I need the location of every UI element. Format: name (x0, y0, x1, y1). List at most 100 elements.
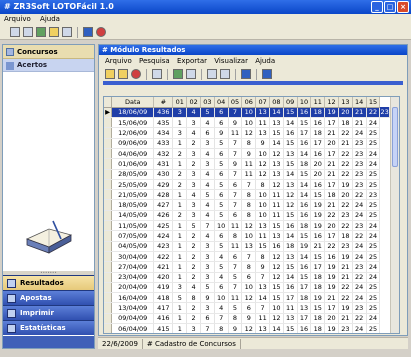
column-header[interactable]: # (153, 97, 174, 108)
table-row[interactable]: 16/04/09 418 5 8 9 10 11 12 14 15 17 18 19 21 22 24 25 (104, 292, 399, 304)
sidebar-bar-apostas[interactable]: Apostas (3, 290, 94, 305)
tools-icon[interactable] (62, 27, 72, 37)
row-header[interactable] (104, 272, 113, 283)
exit-icon[interactable] (96, 27, 106, 37)
table-row[interactable]: 15/06/09 435 1 3 4 6 9 10 11 13 14 15 16 17 18 21 24 (104, 117, 399, 129)
module-menu-ajuda[interactable]: Ajuda (255, 57, 275, 65)
column-header[interactable]: 12 (324, 97, 339, 108)
column-header[interactable]: 14 (352, 97, 367, 108)
row-header[interactable] (104, 117, 113, 129)
column-header[interactable]: 05 (228, 97, 243, 108)
column-header[interactable]: 08 (269, 97, 284, 108)
module-menu-pesquisa[interactable]: Pesquisa (139, 57, 170, 65)
row-header[interactable] (104, 282, 113, 294)
module-menu-arquivo[interactable]: Arquivo (105, 57, 132, 65)
results-grid[interactable]: Data #01 02 03 04 05 06 07 08 09 10 11 12 13 14 15 ▶ 18/… (103, 96, 400, 334)
row-header[interactable] (104, 199, 113, 211)
table-row[interactable]: 04/06/09 432 2 3 4 6 7 9 10 12 13 14 16 17 22 23 24 (104, 148, 399, 160)
column-header[interactable]: Data (111, 97, 155, 108)
help-icon[interactable] (83, 27, 93, 37)
delete-icon[interactable] (131, 69, 141, 79)
table-row[interactable]: 23/04/09 420 1 2 3 4 5 6 7 12 14 15 18 19 21 22 24 (104, 272, 399, 283)
row-header[interactable] (104, 158, 113, 170)
sidebar-bar-imprimir[interactable]: Imprimir (3, 305, 94, 320)
column-header[interactable]: 09 (283, 97, 298, 108)
table-cell: 15 (310, 189, 326, 201)
table-row[interactable]: 01/06/09 431 1 2 3 5 9 11 12 13 15 18 20 21 22 23 24 (104, 158, 399, 170)
row-header[interactable] (104, 179, 113, 191)
menu-ajuda[interactable]: Ajuda (40, 15, 60, 23)
column-header[interactable]: 13 (338, 97, 353, 108)
sidebar-bar-estatisticas[interactable]: Estatísticas (3, 320, 94, 335)
table-cell: 16 (297, 210, 312, 222)
row-header[interactable] (104, 302, 113, 314)
row-header[interactable] (104, 210, 113, 222)
column-header[interactable]: 11 (310, 97, 326, 108)
row-header[interactable] (104, 261, 113, 273)
row-header[interactable] (104, 169, 113, 180)
table-row[interactable]: 06/04/09 415 1 3 7 8 9 12 13 14 15 16 18 19 23 24 25 (104, 323, 399, 333)
minimize-button[interactable]: _ (371, 1, 383, 13)
sidebar-header-concursos[interactable]: Concursos (3, 45, 94, 59)
table-row[interactable]: 12/06/09 434 3 4 6 9 11 12 13 15 16 17 18 21 22 24 25 (104, 127, 399, 139)
table-row[interactable]: 27/04/09 421 1 2 3 5 7 8 9 12 15 16 17 19 21 23 24 (104, 261, 399, 273)
row-header[interactable] (104, 313, 113, 325)
table-row[interactable]: 11/05/09 425 1 5 7 10 11 12 13 15 16 18 19 20 22 23 24 (104, 220, 399, 232)
print-icon[interactable] (186, 69, 196, 79)
close-button[interactable]: × (397, 1, 409, 13)
folder-open-icon[interactable] (105, 69, 115, 79)
column-header[interactable]: 04 (214, 97, 229, 108)
row-header[interactable]: ▶ (104, 107, 113, 119)
row-header[interactable] (104, 148, 113, 160)
table-row[interactable]: 28/05/09 430 2 3 4 6 7 11 12 13 14 15 20 21 22 23 25 (104, 169, 399, 180)
sidebar-bar-resultados[interactable]: Resultados (3, 275, 94, 290)
menu-arquivo[interactable]: Arquivo (4, 15, 31, 23)
table-row[interactable]: 18/05/09 427 1 3 4 5 7 8 10 11 12 16 19 21 22 24 25 (104, 199, 399, 211)
row-header[interactable] (104, 323, 113, 333)
row-header[interactable] (104, 292, 113, 304)
column-header[interactable]: 02 (186, 97, 201, 108)
row-header[interactable] (104, 189, 113, 201)
module-menu-exportar[interactable]: Exportar (177, 57, 207, 65)
export-icon[interactable] (173, 69, 183, 79)
grid-icon[interactable] (10, 27, 20, 37)
column-header[interactable]: 01 (172, 97, 188, 108)
sidebar-item-acertos[interactable]: Acertos (3, 59, 94, 72)
vertical-scrollbar[interactable] (390, 97, 399, 333)
table-row[interactable]: 04/05/09 423 1 2 3 5 11 13 15 16 18 19 21 22 23 24 25 (104, 241, 399, 252)
module-menu-visualizar[interactable]: Visualizar (214, 57, 248, 65)
column-header[interactable]: 15 (366, 97, 381, 108)
table-row[interactable]: 09/06/09 433 1 2 3 5 7 8 9 14 15 16 17 20 21 23 25 (104, 138, 399, 149)
table-row[interactable]: ▶18/06/094363456710131415161819202122232… (104, 107, 399, 119)
table-row[interactable]: 13/04/09 417 1 2 3 4 5 6 7 10 11 13 15 17 19 23 25 (104, 302, 399, 314)
row-header[interactable] (104, 251, 113, 263)
row-header[interactable] (104, 127, 113, 139)
view-icon[interactable] (207, 69, 217, 79)
print-icon[interactable] (36, 27, 46, 37)
scrollbar-thumb[interactable] (392, 107, 398, 167)
row-header[interactable] (104, 241, 113, 252)
table-row[interactable]: 21/05/09 428 1 4 5 6 7 8 10 11 12 14 15 18 20 22 23 (104, 189, 399, 201)
table-cell: 13 (297, 302, 312, 314)
row-header[interactable] (104, 230, 113, 242)
refresh-icon[interactable] (241, 69, 251, 79)
document-icon[interactable] (23, 27, 33, 37)
maximize-button[interactable]: □ (384, 1, 396, 13)
table-row[interactable]: 07/05/09 424 1 2 4 6 8 10 11 13 14 15 16 17 18 22 24 (104, 230, 399, 242)
table-row[interactable]: 09/04/09 416 1 2 6 7 8 9 11 12 13 17 18 20 21 22 24 (104, 313, 399, 325)
table-row[interactable]: 14/05/09 426 2 3 4 5 6 8 10 11 15 16 19 22 23 24 25 (104, 210, 399, 222)
column-header[interactable]: 03 (200, 97, 215, 108)
column-header[interactable]: 07 (255, 97, 270, 108)
row-header[interactable] (104, 138, 113, 149)
column-header[interactable]: 10 (297, 97, 312, 108)
chart-icon[interactable] (49, 27, 59, 37)
row-header[interactable] (104, 220, 113, 232)
table-row[interactable]: 30/04/09 422 1 2 3 4 6 7 8 12 13 14 15 16 19 24 25 (104, 251, 399, 263)
column-header[interactable]: 06 (241, 97, 257, 108)
table-row[interactable]: 25/05/09 429 2 3 4 5 6 7 8 12 13 14 16 17 19 23 25 (104, 179, 399, 191)
search-icon[interactable] (152, 69, 162, 79)
help-icon[interactable] (262, 69, 272, 79)
list-icon[interactable] (220, 69, 230, 79)
edit-icon[interactable] (118, 69, 128, 79)
table-row[interactable]: 20/04/09 419 3 4 5 6 7 10 13 15 16 17 18 19 22 24 25 (104, 282, 399, 294)
